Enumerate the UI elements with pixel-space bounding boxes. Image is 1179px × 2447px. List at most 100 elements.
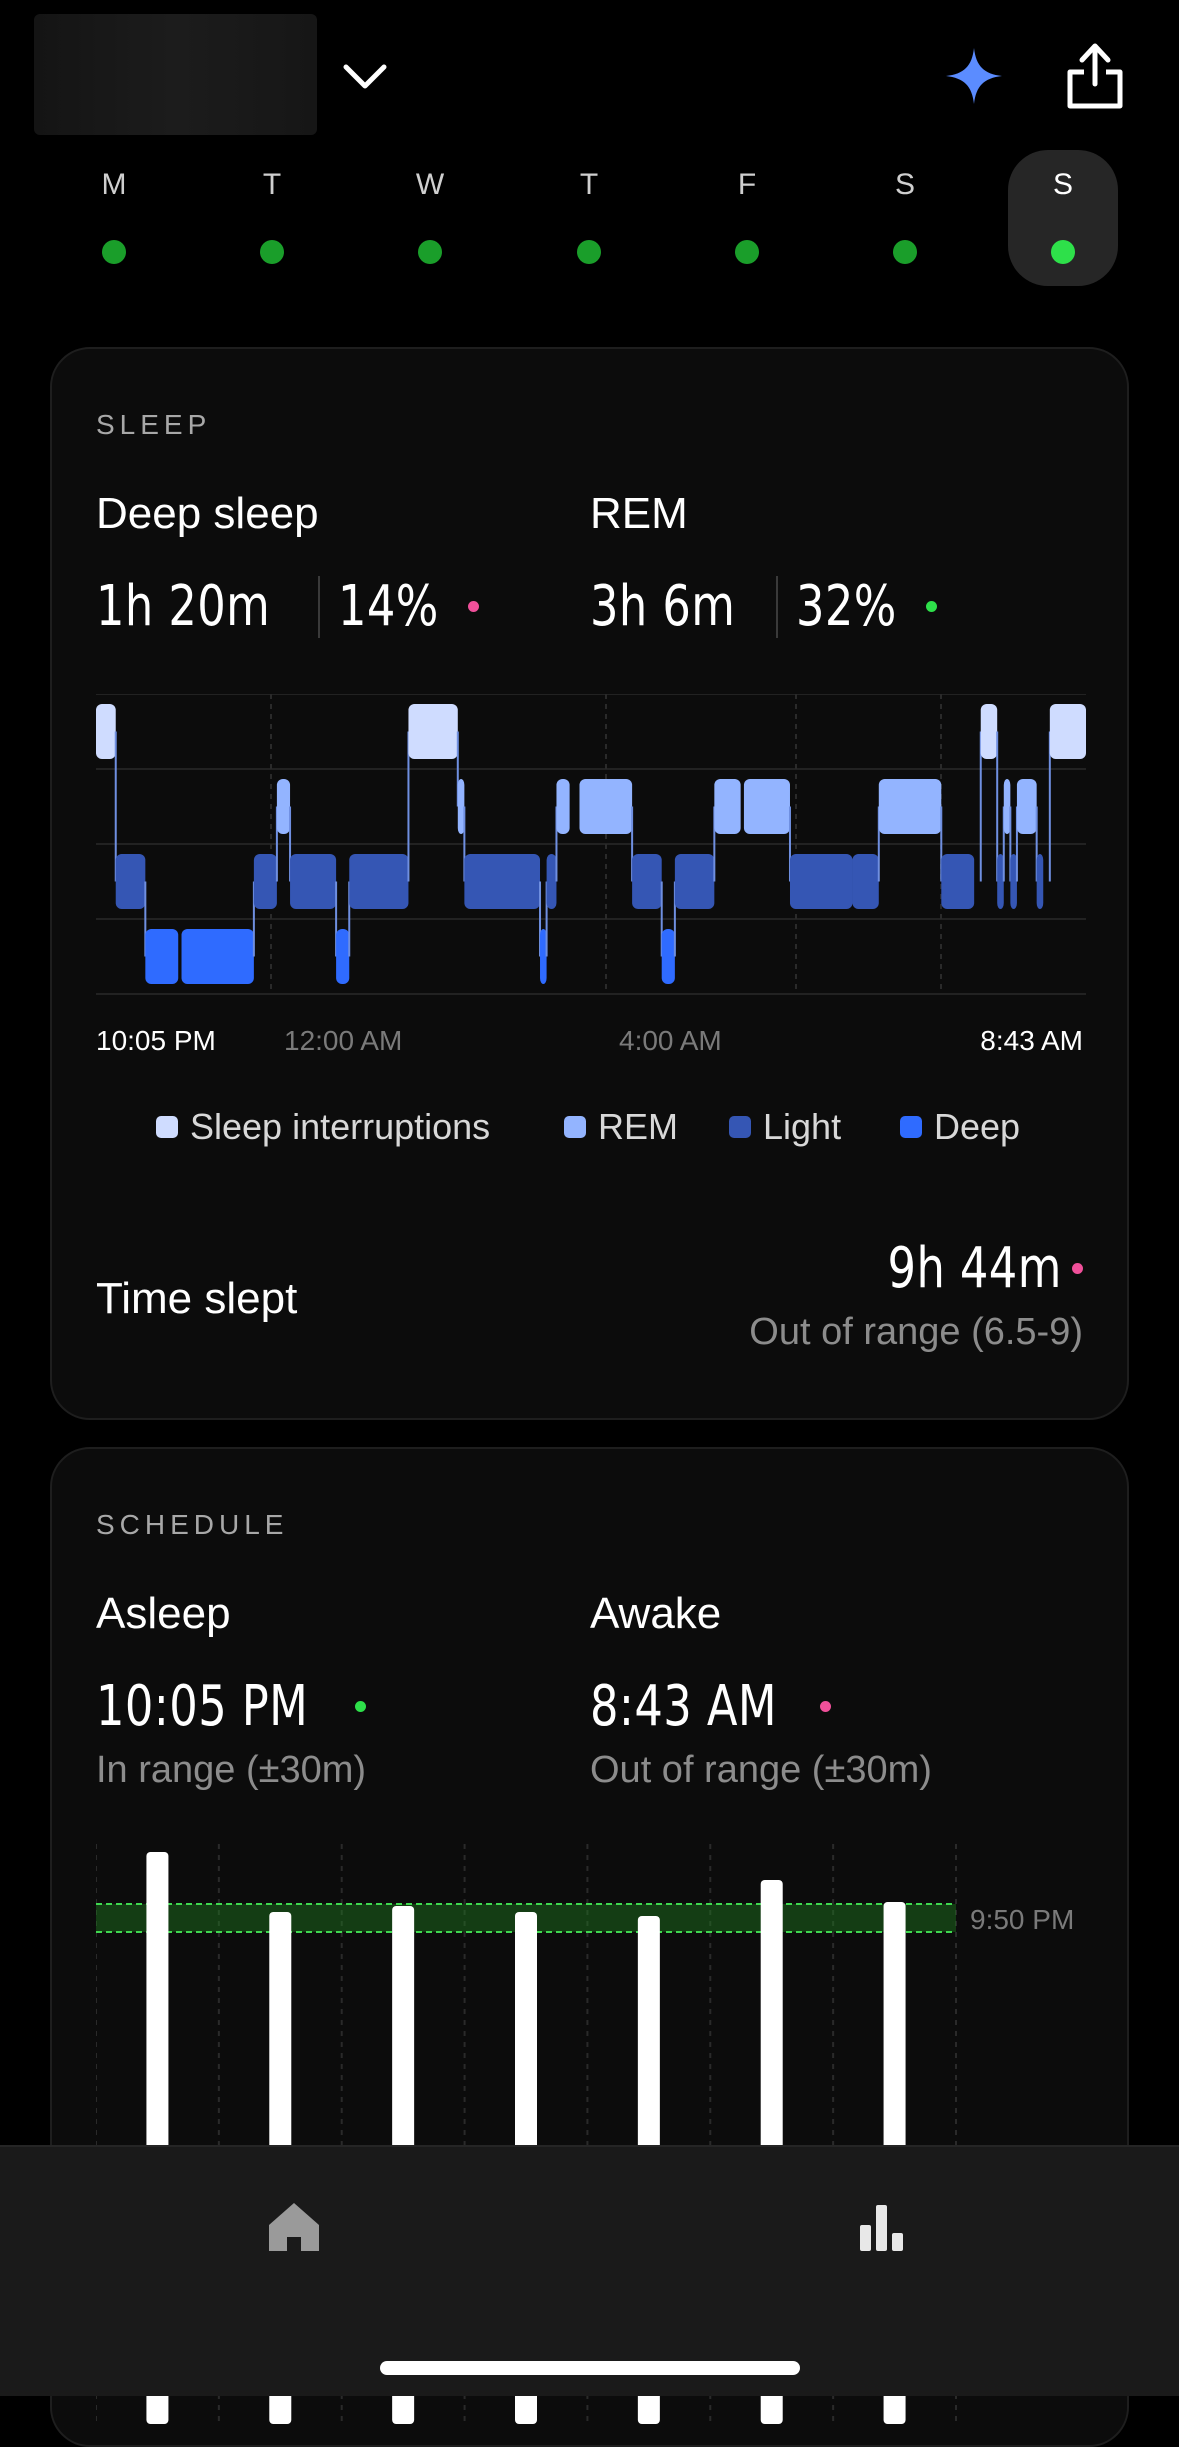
awake-title: Awake	[590, 1589, 722, 1638]
status-dot-in-range	[925, 601, 937, 612]
status-dot-out-of-range	[1072, 1263, 1083, 1274]
day-status-dot	[893, 240, 917, 264]
day-sunday[interactable]: S	[1008, 150, 1118, 286]
stage-segment	[253, 854, 277, 909]
day-friday[interactable]: F	[692, 150, 802, 286]
stage-segment	[941, 854, 975, 909]
divider	[317, 575, 320, 638]
day-label: W	[415, 168, 445, 201]
day-tuesday[interactable]: T	[217, 150, 327, 286]
rem-title: REM	[590, 489, 688, 538]
day-label: M	[101, 168, 127, 201]
day-wednesday[interactable]: W	[375, 150, 485, 286]
asleep-title: Asleep	[96, 1589, 231, 1638]
stage-segment	[276, 779, 291, 834]
day-saturday[interactable]: S	[850, 150, 960, 286]
stage-segment	[1036, 854, 1044, 909]
sparkle-icon[interactable]	[944, 46, 1004, 106]
awake-values: 8:43 AM	[590, 1674, 831, 1739]
awake-time: 8:43 AM	[590, 1674, 777, 1739]
profile-title-blurred[interactable]	[34, 14, 317, 135]
stage-segment	[408, 704, 458, 759]
legend-swatch	[900, 1116, 922, 1138]
stage-segment	[556, 779, 570, 834]
day-label: S	[1052, 168, 1073, 201]
x-tick-midnight: 12:00 AM	[284, 1025, 403, 1056]
stage-segment	[464, 854, 541, 909]
stage-segment	[743, 779, 790, 834]
deep-sleep-title: Deep sleep	[96, 489, 319, 538]
home-indicator	[380, 2361, 800, 2375]
status-dot-out-of-range	[467, 601, 479, 612]
day-status-dot	[102, 240, 126, 264]
day-label: F	[737, 168, 757, 201]
time-slept-range-note: Out of range (6.5-9)	[749, 1311, 1083, 1353]
rem-duration: 3h 6m	[590, 574, 736, 639]
stage-segment	[115, 854, 146, 909]
x-tick-start: 10:05 PM	[96, 1025, 216, 1056]
top-bar	[0, 0, 1179, 150]
legend-label: REM	[598, 1106, 678, 1147]
legend-label: Deep	[934, 1106, 1021, 1147]
reference-time-label: 9:50 PM	[970, 1904, 1074, 1935]
day-status-dot	[260, 240, 284, 264]
stage-segment	[145, 929, 179, 984]
day-label: T	[579, 168, 599, 201]
stage-segment	[674, 854, 715, 909]
home-icon[interactable]	[264, 2197, 324, 2257]
stage-segment	[181, 929, 254, 984]
day-label: T	[262, 168, 282, 201]
stage-segment	[290, 854, 337, 909]
asleep-range-note: In range (±30m)	[96, 1749, 367, 1791]
rem-percent: 32%	[795, 574, 897, 639]
day-monday[interactable]: M	[59, 150, 169, 286]
stage-segment	[1049, 704, 1086, 759]
stats-icon[interactable]	[852, 2197, 912, 2257]
share-icon[interactable]	[1062, 40, 1128, 112]
stage-segment	[661, 929, 675, 984]
divider	[775, 575, 778, 638]
legend-label: Light	[763, 1106, 842, 1147]
asleep-values: 10:05 PM	[96, 1674, 367, 1739]
sleep-eyebrow: SLEEP	[96, 409, 212, 440]
day-thursday[interactable]: T	[534, 150, 644, 286]
legend-light: Light	[729, 1106, 841, 1148]
stage-segment	[632, 854, 662, 909]
sleep-stages-chart[interactable]	[96, 694, 1086, 1024]
bottom-navigation	[0, 2145, 1179, 2396]
chevron-down-icon[interactable]	[338, 50, 392, 104]
x-tick-4am: 4:00 AM	[619, 1025, 722, 1056]
legend-sleep-interruptions: Sleep interruptions	[156, 1106, 490, 1148]
stage-segment	[789, 854, 853, 909]
stage-segment	[714, 779, 741, 834]
day-label: S	[894, 168, 915, 201]
deep-sleep-percent: 14%	[337, 574, 439, 639]
stage-segment	[980, 704, 998, 759]
day-status-dot	[577, 240, 601, 264]
deep-sleep-duration: 1h 20m	[96, 574, 271, 639]
stage-segment	[1016, 779, 1037, 834]
awake-range-note: Out of range (±30m)	[590, 1749, 932, 1791]
stage-segment	[546, 854, 557, 909]
legend-deep: Deep	[900, 1106, 1020, 1148]
stage-segment	[852, 854, 879, 909]
legend-swatch	[729, 1116, 751, 1138]
legend-label: Sleep interruptions	[190, 1106, 491, 1147]
stage-segment	[579, 779, 633, 834]
rem-values: 3h 6m 32%	[590, 574, 937, 639]
stage-segment	[349, 854, 409, 909]
time-slept-duration: 9h 44m	[887, 1236, 1062, 1301]
time-slept-value: 9h 44m	[844, 1236, 1083, 1301]
deep-sleep-values: 1h 20m 14%	[96, 574, 479, 639]
legend-swatch	[156, 1116, 178, 1138]
week-selector: M T W T F S S	[0, 150, 1179, 300]
day-status-dot	[735, 240, 759, 264]
status-dot-in-range	[355, 1701, 367, 1712]
legend-rem: REM	[564, 1106, 678, 1148]
day-status-dot	[418, 240, 442, 264]
sleep-card[interactable]: SLEEP Deep sleep 1h 20m 14% REM 3h 6m 32…	[50, 347, 1129, 1420]
schedule-eyebrow: SCHEDULE	[96, 1509, 289, 1540]
stage-legend: Sleep interruptions REM Light Deep	[52, 1106, 1127, 1156]
legend-swatch	[564, 1116, 586, 1138]
asleep-time: 10:05 PM	[96, 1674, 309, 1739]
